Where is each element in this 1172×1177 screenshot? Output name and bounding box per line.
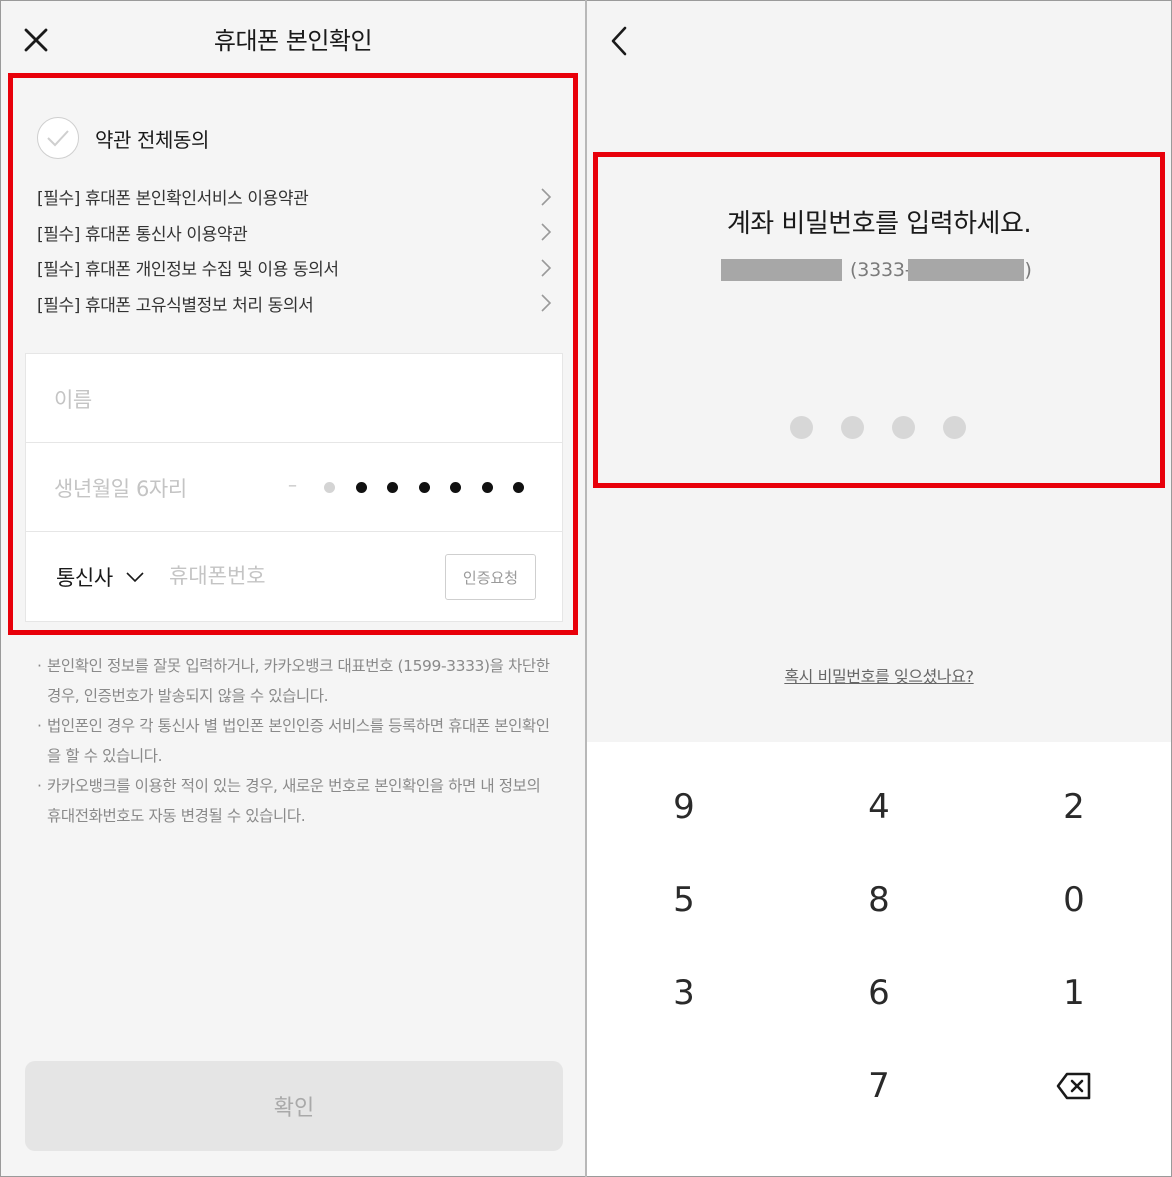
confirm-button[interactable]: 확인 xyxy=(25,1061,563,1151)
key-3[interactable]: 3 xyxy=(587,946,781,1039)
forgot-password-link[interactable]: 혹시 비밀번호를 잊으셨나요? xyxy=(587,663,1171,687)
chevron-left-icon[interactable] xyxy=(609,25,629,57)
key-8[interactable]: 8 xyxy=(782,853,976,946)
backspace-key[interactable] xyxy=(977,1039,1171,1132)
key-empty xyxy=(587,1039,781,1132)
key-0[interactable]: 0 xyxy=(977,853,1171,946)
key-2[interactable]: 2 xyxy=(977,760,1171,853)
key-5[interactable]: 5 xyxy=(587,853,781,946)
key-9[interactable]: 9 xyxy=(587,760,781,853)
key-4[interactable]: 4 xyxy=(782,760,976,853)
key-7[interactable]: 7 xyxy=(782,1039,976,1132)
highlight-box-right xyxy=(593,152,1165,488)
header: 휴대폰 본인확인 xyxy=(1,1,585,75)
notice-item: · 본인확인 정보를 잘못 입력하거나, 카카오뱅크 대표번호 (1599-333… xyxy=(37,657,550,705)
key-1[interactable]: 1 xyxy=(977,946,1171,1039)
notice-item: · 법인폰인 경우 각 통신사 별 법인폰 본인인증 서비스를 등록하면 휴대폰 … xyxy=(37,717,550,765)
page-title: 휴대폰 본인확인 xyxy=(213,27,373,55)
notice-list: · 본인확인 정보를 잘못 입력하거나, 카카오뱅크 대표번호 (1599-333… xyxy=(37,651,557,831)
backspace-icon xyxy=(1056,1072,1091,1099)
numeric-keypad: 9 4 2 5 8 0 3 6 1 7 xyxy=(587,742,1171,1176)
notice-item: · 카카오뱅크를 이용한 적이 있는 경우, 새로운 번호로 본인확인을 하면 내… xyxy=(37,777,541,825)
highlight-box-left xyxy=(8,73,578,635)
key-6[interactable]: 6 xyxy=(782,946,976,1039)
